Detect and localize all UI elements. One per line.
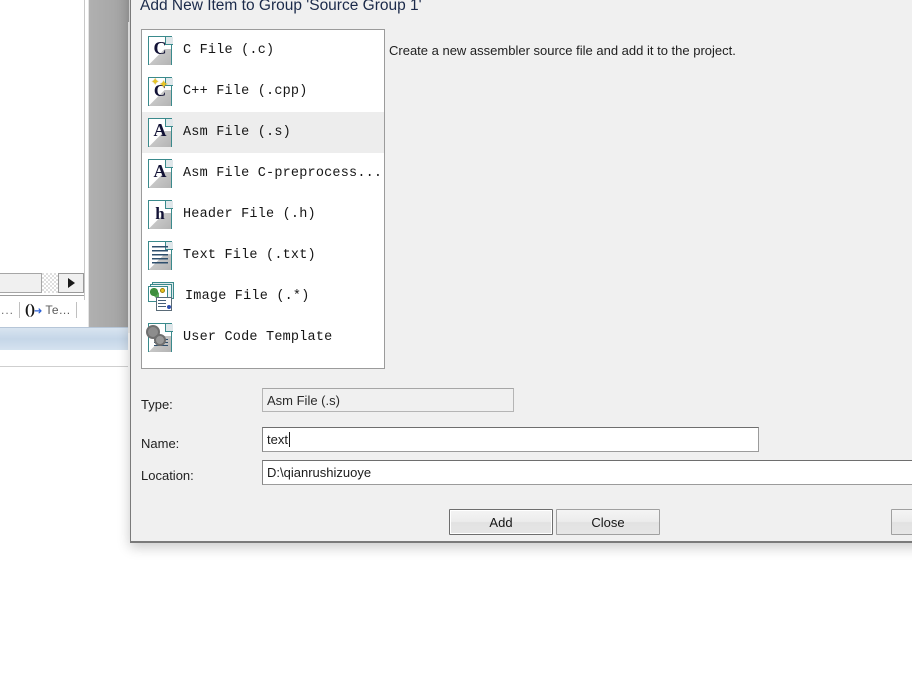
list-item-label: Asm File C-preprocess... (183, 166, 383, 181)
ide-tab-label: Te... (45, 302, 71, 317)
help-button[interactable] (891, 509, 912, 535)
cpp-file-icon: C ✦ ✦ (148, 76, 174, 107)
item-type-list[interactable]: C C File (.c) C ✦ ✦ C++ File (.cpp) A Asm… (141, 29, 385, 369)
list-item-c-file[interactable]: C C File (.c) (142, 30, 384, 71)
text-file-icon (148, 240, 174, 271)
arrow-icon: ➜ (34, 305, 43, 317)
list-item-cpp-file[interactable]: C ✦ ✦ C++ File (.cpp) (142, 71, 384, 112)
c-file-icon: C (148, 35, 174, 66)
add-new-item-dialog: Add New Item to Group 'Source Group 1' C… (130, 0, 912, 543)
ide-tab-template[interactable]: () ➜ Te... (25, 302, 71, 319)
list-item-header-file[interactable]: h Header File (.h) (142, 194, 384, 235)
list-item-label: User Code Template (183, 330, 333, 345)
list-item-user-code-template[interactable]: User Code Template (142, 317, 384, 358)
right-arrow-icon (67, 278, 75, 288)
horizontal-scrollbar-thumb[interactable] (0, 273, 42, 293)
location-field[interactable]: D:\qianrushizuoye (262, 460, 912, 485)
list-item-text-file[interactable]: Text File (.txt) (142, 235, 384, 276)
list-item-label: Asm File (.s) (183, 125, 291, 140)
ide-gray-panel (88, 0, 130, 333)
type-field-label: Type: (141, 397, 173, 412)
asm-preprocess-file-icon: A (148, 158, 174, 189)
list-item-label: Image File (.*) (185, 289, 310, 304)
list-item-label: Header File (.h) (183, 207, 316, 222)
ide-left-panel (0, 0, 85, 300)
dialog-title: Add New Item to Group 'Source Group 1' (140, 0, 422, 14)
list-item-asm-preprocess-file[interactable]: A Asm File C-preprocess... (142, 153, 384, 194)
list-item-label: Text File (.txt) (183, 248, 316, 263)
ide-tab-strip: ... () ➜ Te... (0, 297, 84, 323)
text-caret (288, 432, 290, 447)
asm-file-icon: A (148, 117, 174, 148)
ide-status-bar (0, 327, 128, 351)
image-file-icon (148, 281, 176, 312)
dialog-bottom-edge (131, 541, 912, 542)
type-field: Asm File (.s) (262, 388, 514, 412)
tab-divider (19, 302, 21, 318)
name-field[interactable]: text (262, 427, 759, 452)
name-field-label: Name: (141, 436, 180, 451)
item-description: Create a new assembler source file and a… (389, 43, 736, 58)
tab-divider-end (75, 302, 77, 318)
panel-divider (0, 295, 84, 296)
header-file-icon: h (148, 199, 174, 230)
list-item-label: C File (.c) (183, 43, 275, 58)
tab-overflow-ellipsis[interactable]: ... (0, 303, 14, 317)
user-code-template-icon (146, 322, 174, 353)
horizontal-scrollbar-track[interactable] (42, 273, 58, 293)
add-button[interactable]: Add (449, 509, 553, 535)
list-item-label: C++ File (.cpp) (183, 84, 308, 99)
list-item-asm-file[interactable]: A Asm File (.s) (142, 112, 384, 153)
scroll-right-arrow-button[interactable] (58, 273, 84, 293)
ide-lower-area (0, 350, 128, 367)
list-item-image-file[interactable]: Image File (.*) (142, 276, 384, 317)
close-button[interactable]: Close (556, 509, 660, 535)
location-field-label: Location: (141, 468, 194, 483)
name-field-value: text (267, 432, 288, 447)
